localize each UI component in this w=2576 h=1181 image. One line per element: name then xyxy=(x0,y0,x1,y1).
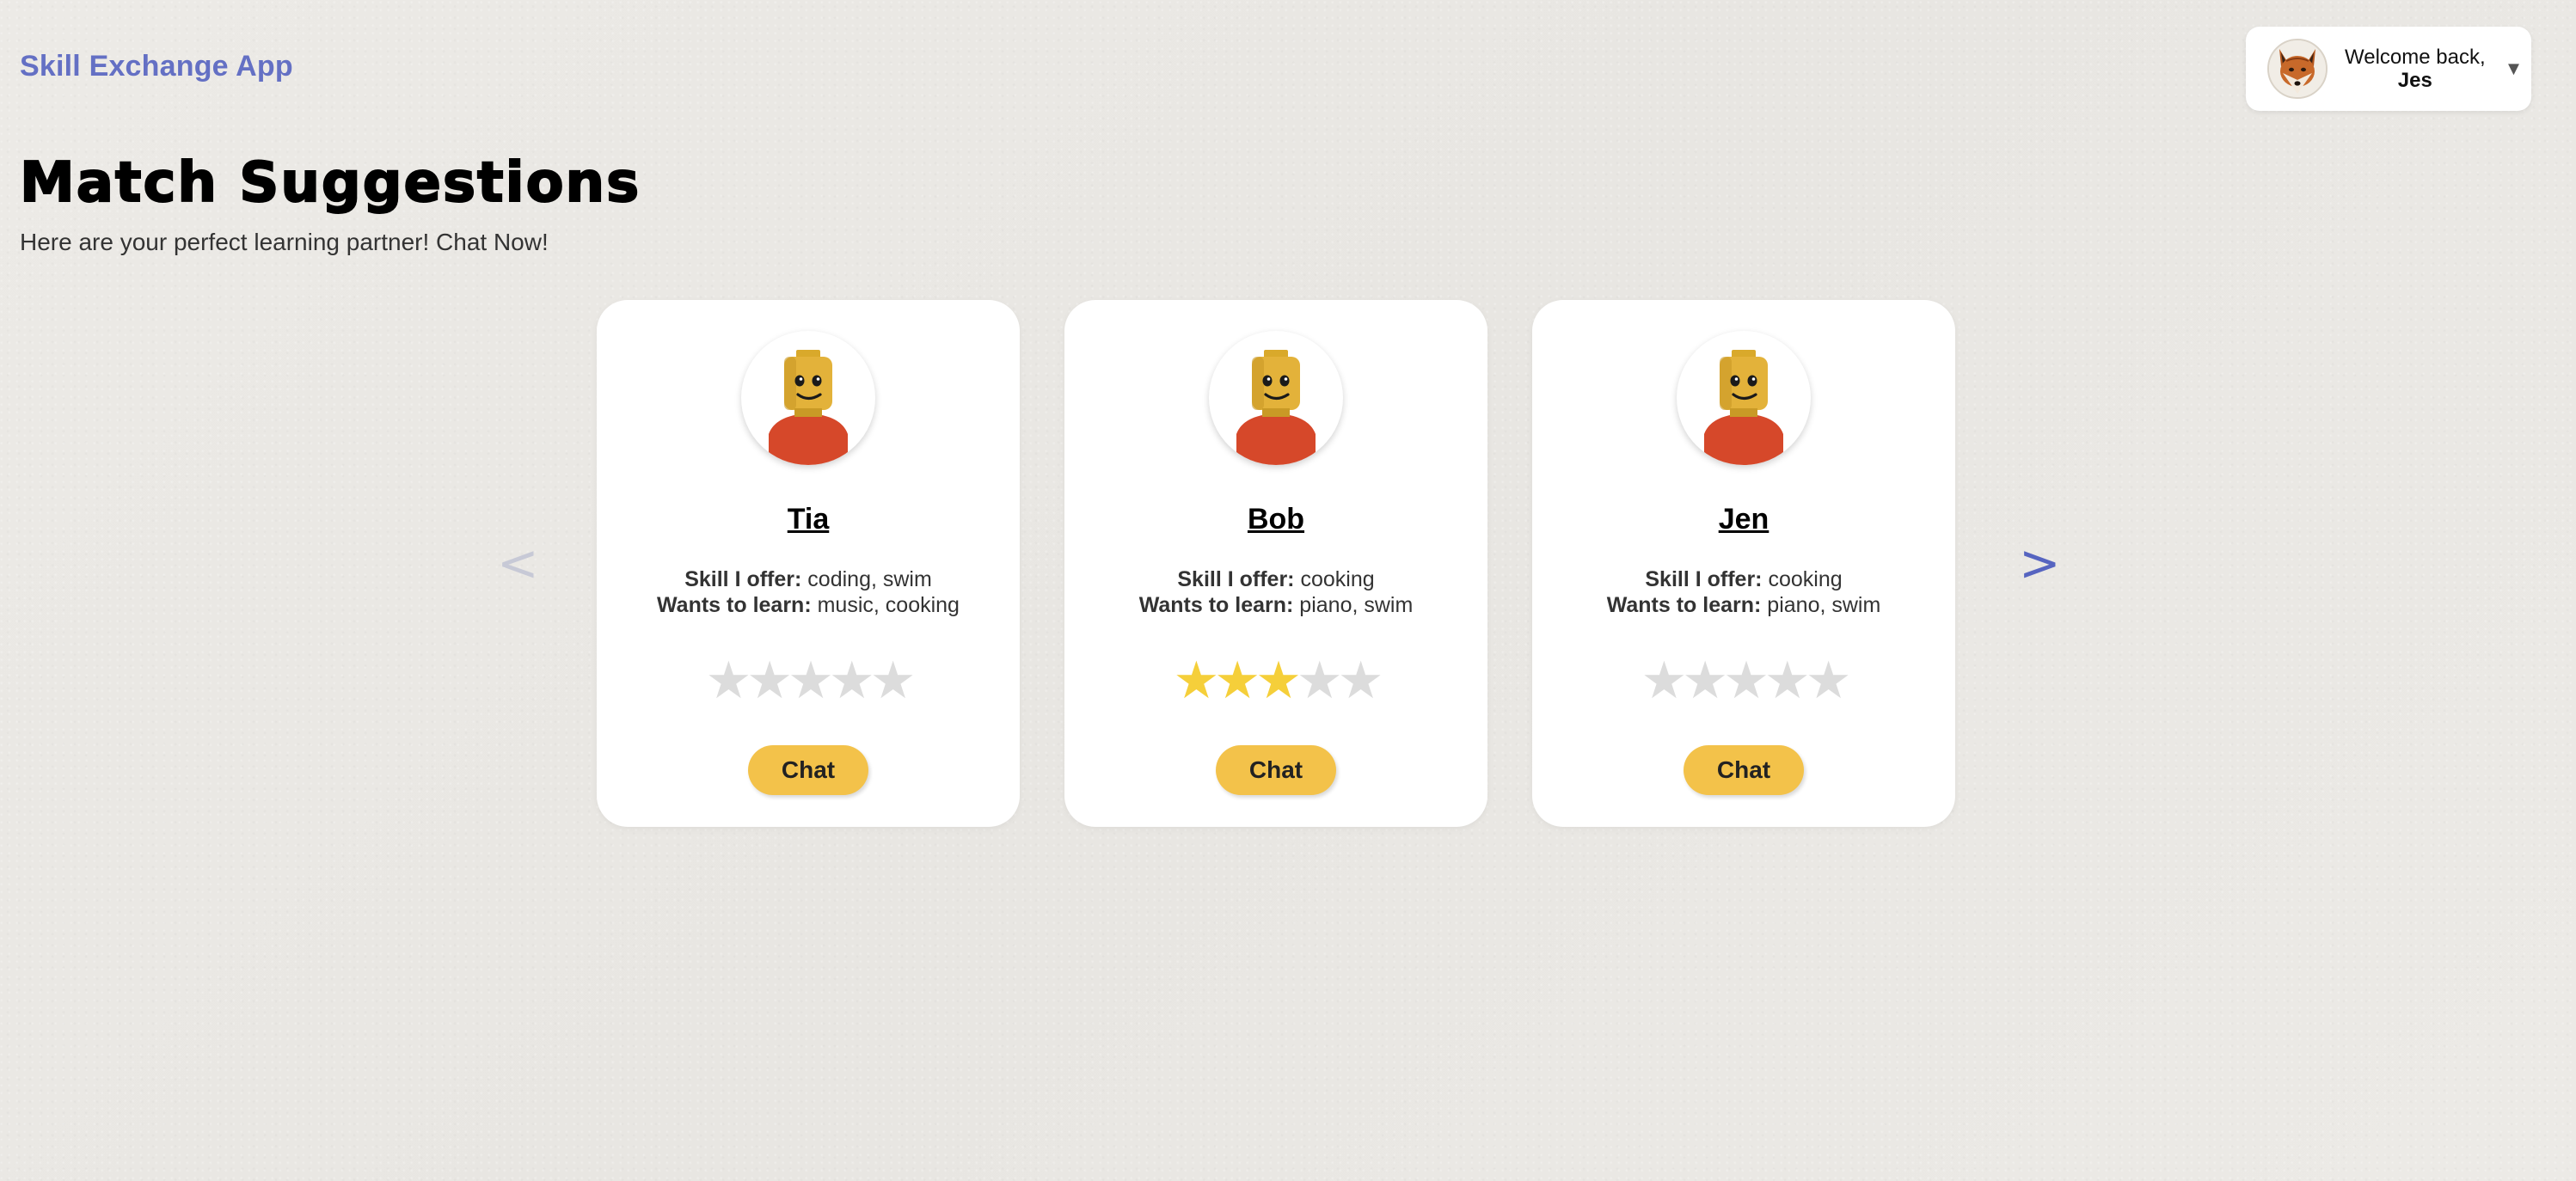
star-icon[interactable]: ★ xyxy=(1806,651,1852,711)
match-name[interactable]: Tia xyxy=(597,503,1020,536)
skill-offer-label: Skill I offer: xyxy=(684,567,802,591)
star-rating[interactable]: ★★★★★ xyxy=(1064,651,1487,711)
carousel-next-button[interactable]: > xyxy=(2019,533,2061,593)
skill-offer-line: Skill I offer: coding, swim xyxy=(597,566,1020,592)
star-icon[interactable]: ★ xyxy=(788,651,834,711)
lego-head-avatar-icon xyxy=(1209,331,1343,465)
star-icon[interactable]: ★ xyxy=(1338,651,1384,711)
fox-avatar-icon xyxy=(2267,39,2328,99)
app-name[interactable]: Skill Exchange App xyxy=(20,50,293,83)
skill-learn-line: Wants to learn: music, cooking xyxy=(597,592,1020,618)
star-icon[interactable]: ★ xyxy=(1723,651,1769,711)
star-rating[interactable]: ★★★★★ xyxy=(1532,651,1955,711)
welcome-text: Welcome back, Jes xyxy=(2345,46,2486,92)
lego-head-avatar-icon xyxy=(741,331,875,465)
chat-button[interactable]: Chat xyxy=(1216,745,1336,795)
match-card: Tia Skill I offer: coding, swim Wants to… xyxy=(597,300,1020,827)
skill-offer-value: coding, swim xyxy=(807,567,932,591)
match-skills: Skill I offer: cooking Wants to learn: p… xyxy=(1532,566,1955,618)
star-icon[interactable]: ★ xyxy=(1764,651,1811,711)
match-cards: Tia Skill I offer: coding, swim Wants to… xyxy=(597,300,1955,827)
skill-offer-value: cooking xyxy=(1300,567,1375,591)
skill-offer-label: Skill I offer: xyxy=(1645,567,1763,591)
welcome-label: Welcome back, xyxy=(2345,46,2486,69)
skill-learn-label: Wants to learn: xyxy=(1138,593,1294,617)
chevron-down-icon[interactable]: ▼ xyxy=(2505,58,2524,80)
page-title: Match Suggestions xyxy=(19,150,641,216)
star-rating[interactable]: ★★★★★ xyxy=(597,651,1020,711)
skill-learn-label: Wants to learn: xyxy=(1606,593,1762,617)
chat-button[interactable]: Chat xyxy=(748,745,868,795)
chat-button[interactable]: Chat xyxy=(1684,745,1804,795)
skill-offer-line: Skill I offer: cooking xyxy=(1064,566,1487,592)
star-icon[interactable]: ★ xyxy=(829,651,875,711)
star-icon[interactable]: ★ xyxy=(1297,651,1343,711)
skill-learn-line: Wants to learn: piano, swim xyxy=(1532,592,1955,618)
match-skills: Skill I offer: cooking Wants to learn: p… xyxy=(1064,566,1487,618)
star-icon[interactable]: ★ xyxy=(1214,651,1260,711)
star-icon[interactable]: ★ xyxy=(746,651,793,711)
carousel-prev-button[interactable]: < xyxy=(497,533,539,593)
skill-learn-label: Wants to learn: xyxy=(657,593,812,617)
skill-learn-value: piano, swim xyxy=(1767,593,1881,617)
star-icon[interactable]: ★ xyxy=(1682,651,1728,711)
user-name: Jes xyxy=(2397,69,2432,92)
star-icon[interactable]: ★ xyxy=(706,651,752,711)
skill-offer-label: Skill I offer: xyxy=(1177,567,1295,591)
star-icon[interactable]: ★ xyxy=(1641,651,1688,711)
match-name[interactable]: Bob xyxy=(1064,503,1487,536)
skill-offer-line: Skill I offer: cooking xyxy=(1532,566,1955,592)
page-subtitle: Here are your perfect learning partner! … xyxy=(20,229,549,255)
skill-learn-value: music, cooking xyxy=(817,593,960,617)
star-icon[interactable]: ★ xyxy=(870,651,917,711)
match-card: Bob Skill I offer: cooking Wants to lear… xyxy=(1064,300,1487,827)
user-menu[interactable]: Welcome back, Jes ▼ xyxy=(2246,27,2531,111)
match-card: Jen Skill I offer: cooking Wants to lear… xyxy=(1532,300,1955,827)
skill-learn-line: Wants to learn: piano, swim xyxy=(1064,592,1487,618)
match-skills: Skill I offer: coding, swim Wants to lea… xyxy=(597,566,1020,618)
match-name[interactable]: Jen xyxy=(1532,503,1955,536)
lego-head-avatar-icon xyxy=(1677,331,1811,465)
star-icon[interactable]: ★ xyxy=(1174,651,1220,711)
skill-learn-value: piano, swim xyxy=(1299,593,1414,617)
star-icon[interactable]: ★ xyxy=(1255,651,1302,711)
skill-offer-value: cooking xyxy=(1768,567,1843,591)
